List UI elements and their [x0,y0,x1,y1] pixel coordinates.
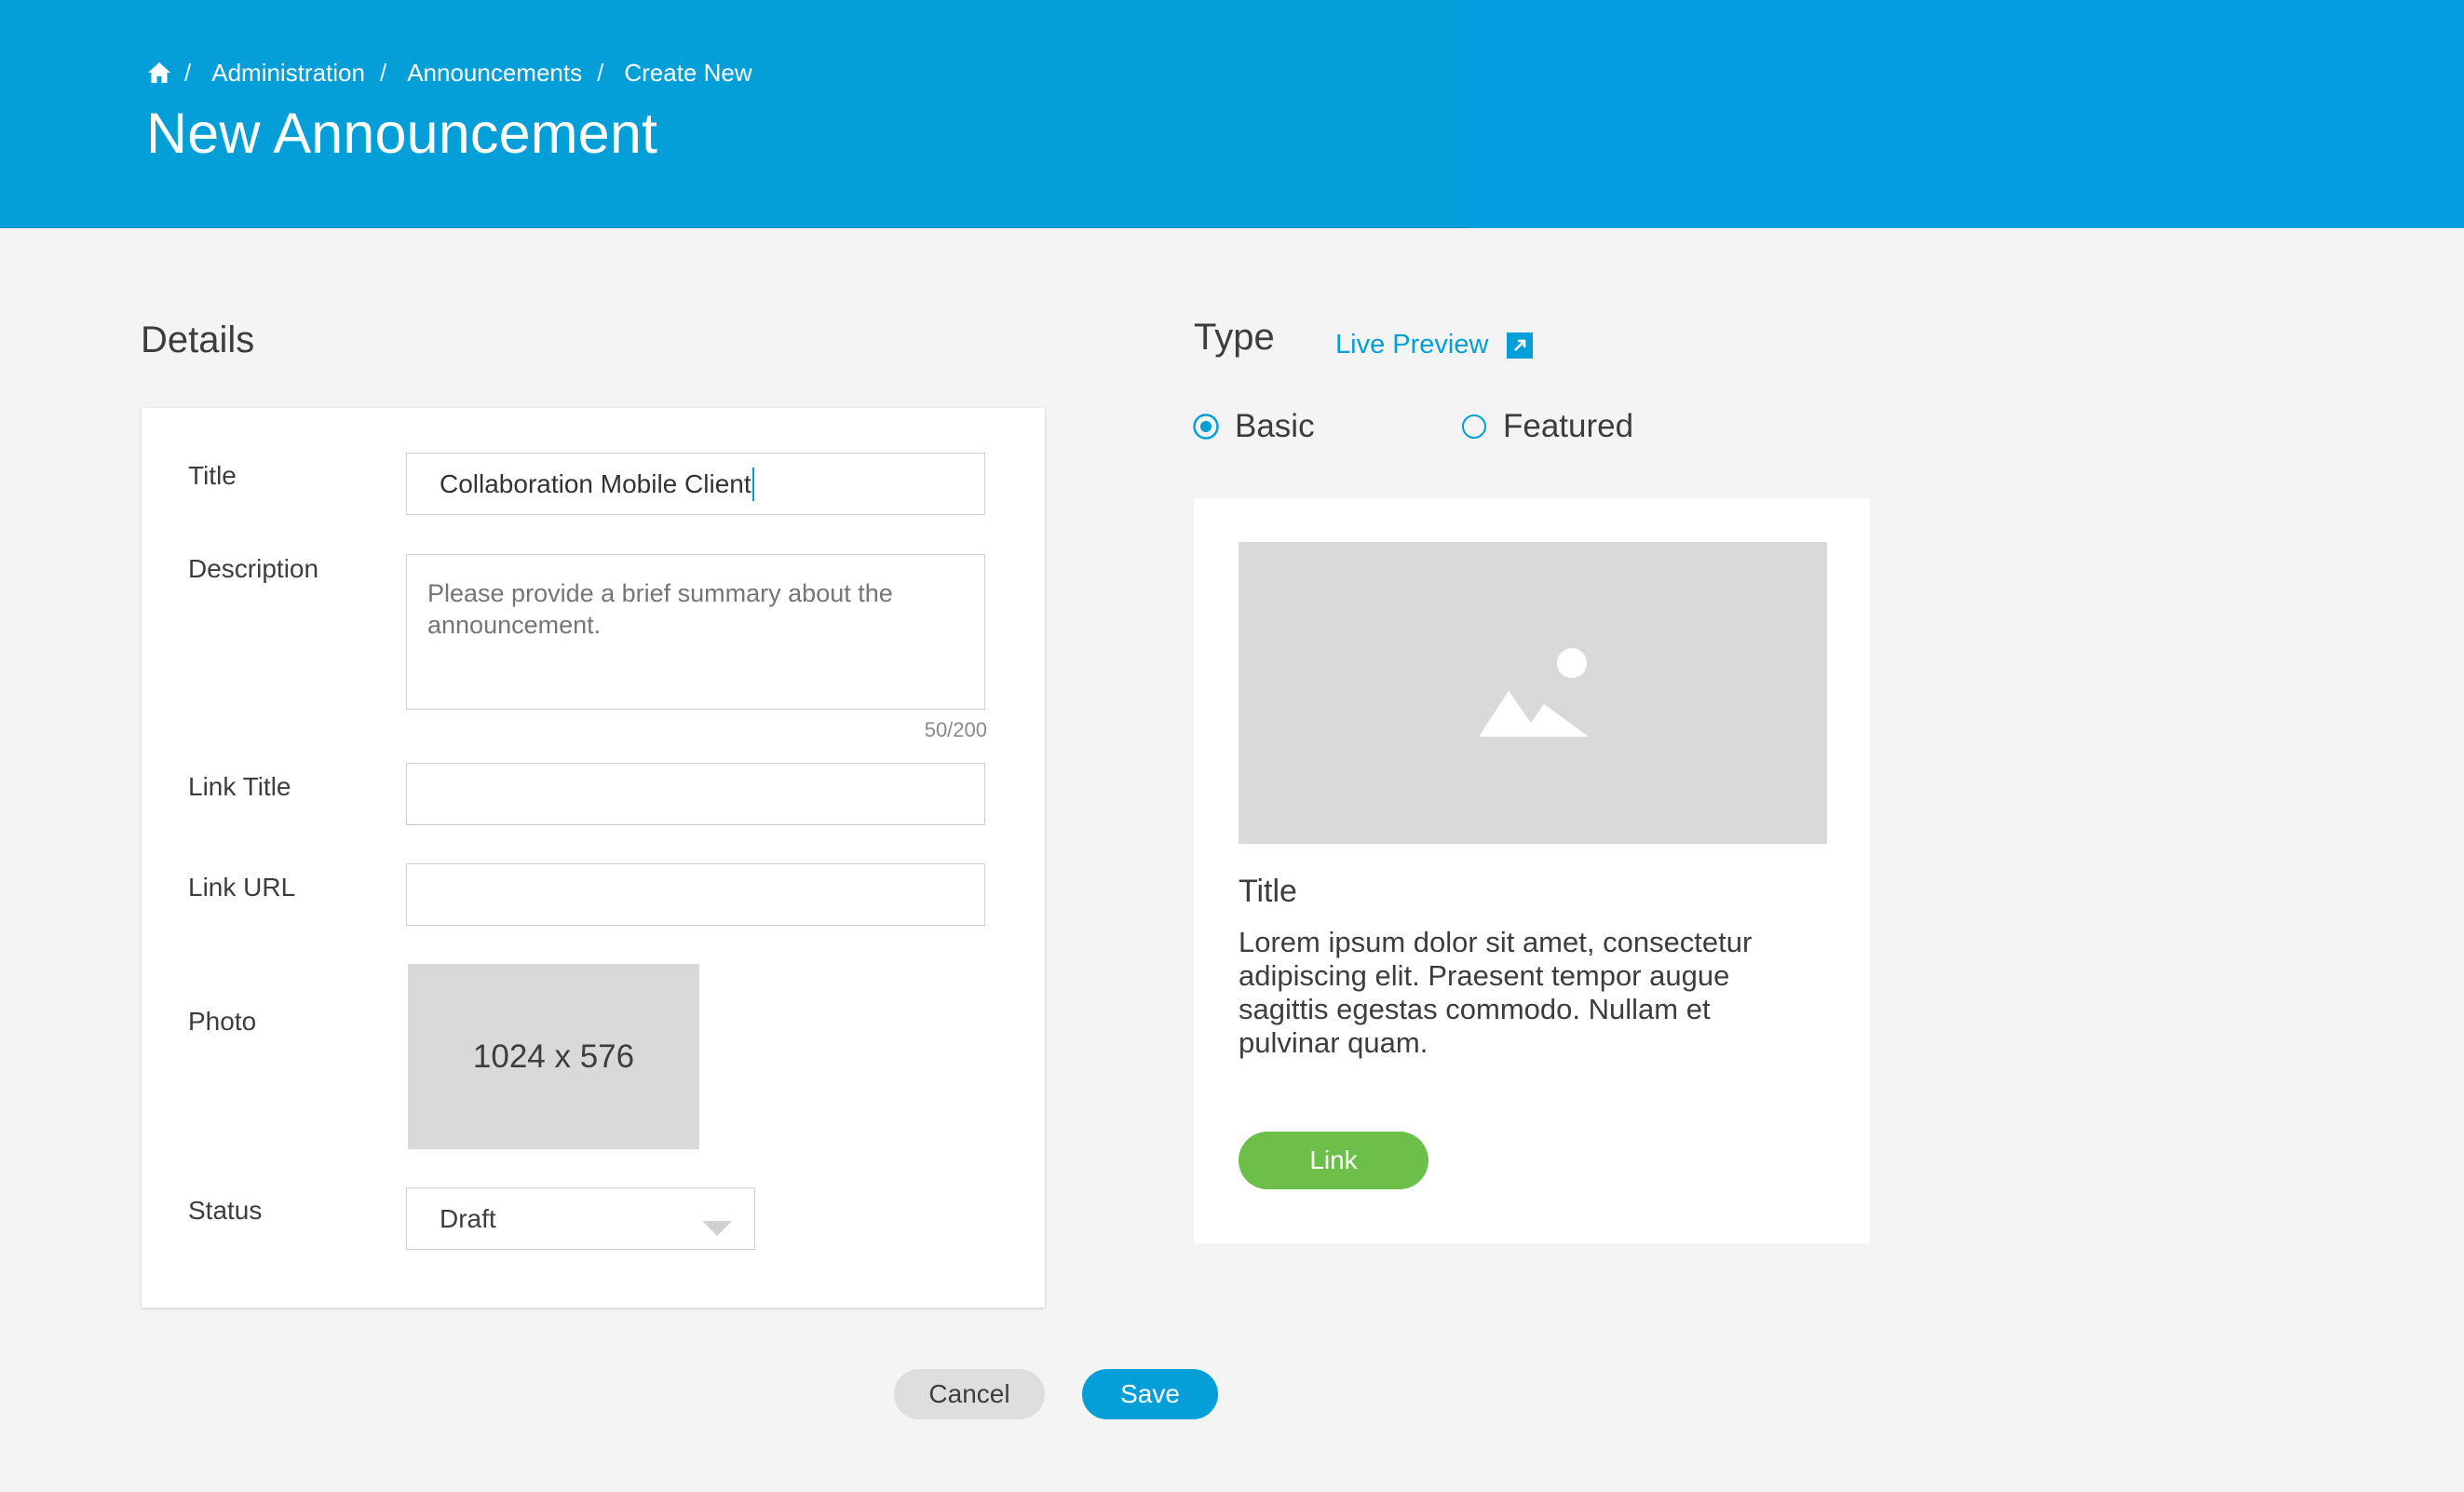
link-title-input[interactable] [406,763,985,825]
title-input-value: Collaboration Mobile Client [440,468,751,498]
page-title: New Announcement [146,102,658,165]
preview-card: Title Lorem ipsum dolor sit amet, consec… [1194,498,1870,1243]
home-icon[interactable] [147,61,171,85]
header-shade [1467,0,2464,228]
preview-link-button[interactable]: Link [1239,1132,1428,1189]
title-input[interactable]: Collaboration Mobile Client [406,453,985,515]
photo-size-text: 1024 x 576 [472,1038,635,1075]
preview-image [1239,542,1827,844]
link-url-label: Link URL [188,873,296,902]
status-select[interactable]: Draft [406,1187,755,1250]
photo-label: Photo [188,1007,257,1036]
preview-body: Lorem ipsum dolor sit amet, consectetur … [1239,926,1753,1059]
save-button[interactable]: Save [1082,1369,1218,1419]
details-card: Title Collaboration Mobile Client Descri… [142,408,1045,1308]
description-textarea[interactable] [406,554,985,710]
chevron-down-icon [702,1213,732,1236]
type-heading: Type [1194,317,1275,358]
link-title-label: Link Title [188,772,291,801]
breadcrumb-separator: / [379,58,387,87]
photo-upload[interactable]: 1024 x 576 [408,964,699,1149]
breadcrumb-separator: / [597,58,604,87]
breadcrumb-administration[interactable]: Administration [211,59,365,88]
text-caret [751,467,754,501]
status-label: Status [188,1196,263,1225]
radio-featured[interactable]: Featured [1460,408,1633,445]
radio-featured-label: Featured [1503,408,1634,444]
title-label: Title [188,461,237,490]
page-header: / Administration / Announcements / Creat… [0,0,2464,228]
preview-title: Title [1239,874,1297,909]
status-select-value: Draft [440,1203,496,1233]
details-heading: Details [141,319,255,360]
external-link-icon [1507,332,1534,359]
live-preview-label: Live Preview [1335,330,1489,359]
live-preview-link[interactable]: Live Preview [1335,330,1534,360]
radio-unselected-icon [1462,414,1486,439]
breadcrumb-announcements[interactable]: Announcements [407,59,582,88]
link-url-input[interactable] [406,863,985,926]
cancel-button[interactable]: Cancel [894,1369,1045,1419]
description-label: Description [188,554,319,583]
breadcrumb-create-new: Create New [624,58,752,87]
radio-selected-icon [1193,414,1219,440]
description-char-count: 50/200 [924,718,987,741]
breadcrumb-separator: / [184,58,192,87]
radio-basic[interactable]: Basic [1192,408,1315,445]
image-placeholder-icon [1479,648,1589,737]
radio-basic-label: Basic [1235,408,1315,444]
breadcrumb: / Administration / Announcements / Creat… [147,56,752,89]
